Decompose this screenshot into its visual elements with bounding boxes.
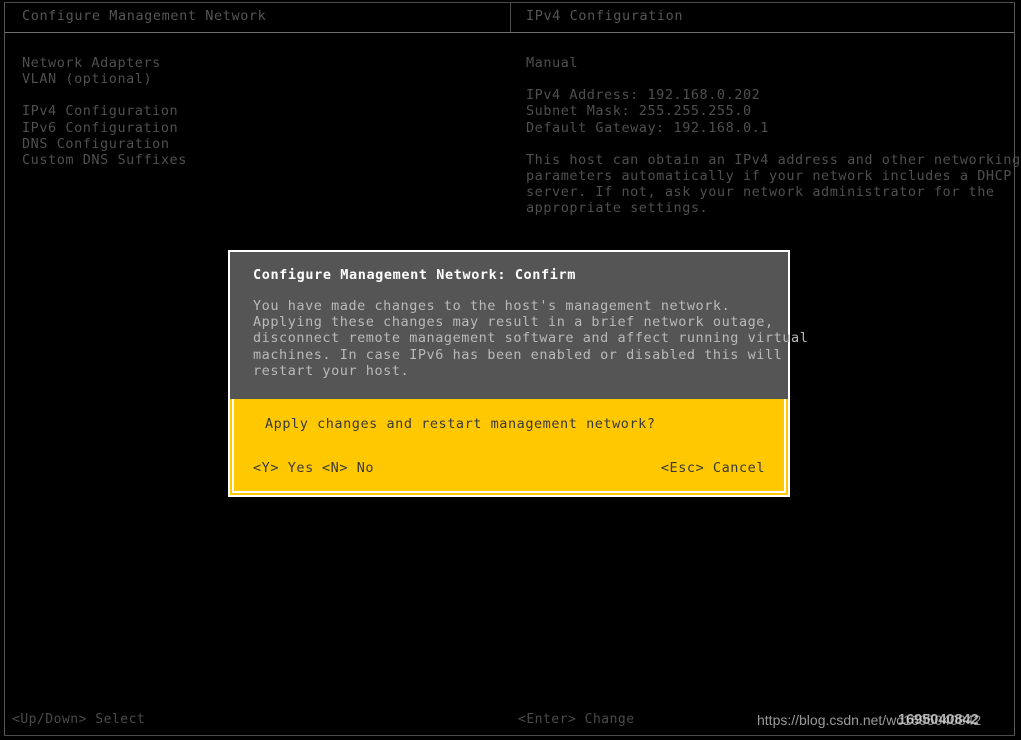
menu-item-ipv4-configuration[interactable]: IPv4 Configuration: [22, 103, 482, 119]
detail-panel-title: IPv4 Configuration: [526, 8, 684, 24]
screen-border-left: [4, 2, 5, 736]
default-gateway-row: Default Gateway: 192.168.0.1: [526, 119, 769, 136]
menu-item-custom-dns-suffixes[interactable]: Custom DNS Suffixes: [22, 152, 482, 168]
header-divider: [5, 32, 1014, 33]
dialog-body-line: Applying these changes may result in a b…: [253, 314, 774, 331]
dialog-title: Configure Management Network: Confirm: [253, 267, 576, 283]
dialog-body-line: disconnect remote management software an…: [253, 330, 809, 347]
screen-border-right: [1014, 2, 1015, 736]
page-title: Configure Management Network: [22, 8, 267, 24]
ipv4-help-text-line: appropriate settings.: [526, 200, 709, 217]
dialog-body-line: machines. In case IPv6 has been enabled …: [253, 346, 783, 363]
ipv4-help-text-line: parameters automatically if your network…: [526, 168, 1012, 185]
subnet-mask-row: Subnet Mask: 255.255.255.0: [526, 103, 752, 120]
dialog-action-row: <Y> Yes <N> No <Esc> Cancel: [253, 459, 765, 477]
dialog-message-panel: Configure Management Network: Confirm Yo…: [228, 250, 809, 400]
configuration-menu: Network Adapters VLAN (optional) IPv4 Co…: [22, 55, 482, 168]
info-spacer-2: [526, 136, 996, 152]
watermark-id-overlay: 1695040842: [898, 712, 979, 728]
dialog-prompt-inner: Apply changes and restart management net…: [232, 399, 786, 494]
header-vertical-divider: [510, 3, 511, 32]
ipv4-help-text-line: server. If not, ask your network adminis…: [526, 184, 995, 201]
menu-item-vlan[interactable]: VLAN (optional): [22, 71, 482, 87]
dialog-prompt-panel: Apply changes and restart management net…: [228, 399, 790, 498]
ipv4-address-row: IPv4 Address: 192.168.0.202: [526, 87, 761, 104]
menu-item-network-adapters[interactable]: Network Adapters: [22, 55, 482, 71]
screen-border-bottom: [4, 735, 1015, 736]
ipv4-detail-panel: Manual IPv4 Address: 192.168.0.202 Subne…: [526, 55, 1021, 217]
cancel-button[interactable]: <Esc> Cancel: [661, 459, 765, 477]
footer-hint-change[interactable]: <Enter> Change: [518, 712, 635, 728]
ipv4-mode-value: Manual: [526, 55, 579, 71]
dialog-body-line: You have made changes to the host's mana…: [253, 298, 731, 314]
no-button[interactable]: <N> No: [322, 459, 374, 477]
ipv4-help-text-line: This host can obtain an IPv4 address and…: [526, 151, 1021, 168]
dialog-body-line: restart your host.: [253, 362, 410, 379]
dialog-question-text: Apply changes and restart management net…: [265, 416, 656, 433]
dcui-screen: Configure Management Network IPv4 Config…: [0, 0, 1021, 740]
yes-button[interactable]: <Y> Yes: [253, 459, 314, 477]
info-spacer-1: [526, 71, 996, 87]
confirm-dialog: Configure Management Network: Confirm Yo…: [228, 250, 809, 498]
menu-item-dns-configuration[interactable]: DNS Configuration: [22, 136, 482, 152]
menu-item-ipv6-configuration[interactable]: IPv6 Configuration: [22, 120, 482, 136]
footer-hint-select[interactable]: <Up/Down> Select: [12, 712, 145, 728]
menu-spacer: [22, 87, 482, 103]
